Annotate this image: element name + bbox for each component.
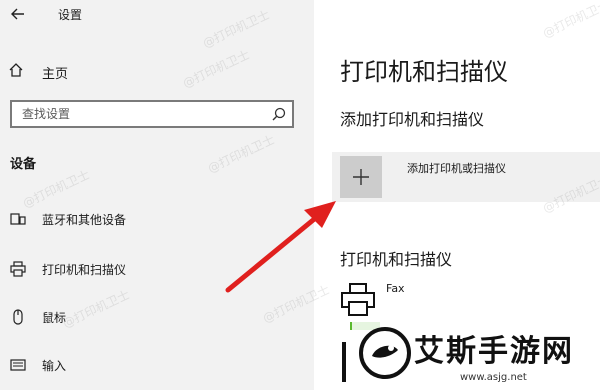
site-logo-icon — [359, 327, 411, 379]
site-url: www.asjg.net — [460, 372, 527, 383]
site-badge: 艾斯手游网 www.asjg.net — [352, 320, 600, 390]
site-name: 艾斯手游网 — [414, 334, 574, 369]
